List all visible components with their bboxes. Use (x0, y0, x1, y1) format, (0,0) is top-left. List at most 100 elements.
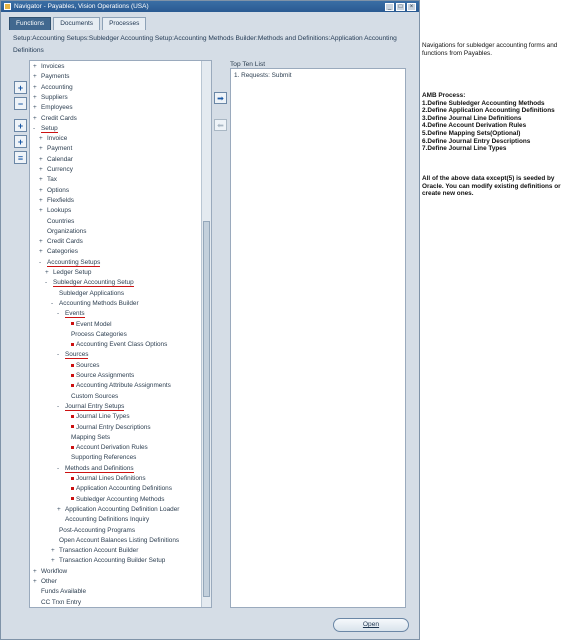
tree-item[interactable]: Account Derivation Rules (63, 443, 148, 453)
expand-node-icon[interactable]: + (51, 556, 59, 566)
tree-item[interactable]: + Payment (39, 144, 72, 154)
tree-item-label[interactable]: Countries (47, 218, 74, 225)
tree-item-label[interactable]: Tax (47, 176, 57, 183)
collapse-node-icon[interactable]: - (57, 350, 65, 360)
expand-node-icon[interactable]: + (39, 175, 47, 185)
expand-node-icon[interactable]: + (33, 114, 41, 124)
tree-item[interactable]: Journal Lines Definitions (63, 474, 146, 484)
tree-item-label[interactable]: Ledger Setup (53, 269, 91, 276)
tree-item[interactable]: Subledger Accounting Methods (63, 495, 164, 505)
tree-item-label[interactable]: Accounting Methods Builder (59, 300, 139, 307)
expand-node-icon[interactable]: + (39, 196, 47, 206)
tree-item-label[interactable]: Currency (47, 166, 73, 173)
tab-functions[interactable]: Functions (9, 17, 52, 30)
tree-item-label[interactable]: Custom Sources (71, 393, 118, 400)
expand-all-button[interactable]: + (14, 135, 27, 148)
tree-item-label[interactable]: Organizations (47, 228, 86, 235)
tree-item[interactable]: + Currency (39, 165, 73, 175)
tree-item[interactable]: Funds Available (33, 587, 86, 597)
tree-item[interactable]: Accounting Definitions Inquiry (57, 515, 149, 525)
tree-item-label[interactable]: Employees (41, 104, 73, 111)
collapse-all-button[interactable]: ≡ (14, 151, 27, 164)
expand-node-icon[interactable]: + (51, 546, 59, 556)
tree-item-label[interactable]: Transaction Account Builder (59, 547, 138, 554)
tree-item[interactable]: + Suppliers (33, 93, 68, 103)
scrollbar-thumb[interactable] (203, 221, 210, 597)
tree-item-label[interactable]: Setup (41, 124, 58, 133)
expand-node-icon[interactable]: + (33, 72, 41, 82)
tree-item[interactable]: + Payments (33, 72, 69, 82)
collapse-node-icon[interactable]: - (33, 124, 41, 134)
tree-item[interactable]: Journal Entry Descriptions (63, 423, 151, 433)
expand-node-icon[interactable]: + (39, 155, 47, 165)
tree-item-label[interactable]: Accounting Attribute Assignments (76, 382, 171, 389)
expand-node-icon[interactable]: + (39, 186, 47, 196)
tree-item-label[interactable]: Accounting Event Class Options (76, 341, 167, 348)
tree-item[interactable]: + Application Accounting Definition Loade… (57, 505, 179, 515)
tree-item[interactable]: Subledger Applications (51, 289, 124, 299)
tree-item[interactable]: - Subledger Accounting Setup (45, 278, 134, 288)
tree-item-label[interactable]: Mapping Sets (71, 434, 110, 441)
tree-item-label[interactable]: Events (65, 310, 85, 319)
tree-item-label[interactable]: Calendar (47, 156, 73, 163)
close-button[interactable]: × (407, 2, 416, 11)
open-button[interactable]: Open (333, 618, 409, 632)
tree-item[interactable]: + Other (33, 577, 57, 587)
tree-item[interactable]: Open Account Balances Listing Definition… (51, 536, 179, 546)
tree-item-label[interactable]: Journal Entry Descriptions (76, 424, 151, 431)
tree-item-label[interactable]: CC Trxn Entry (41, 599, 81, 606)
expand-node-icon[interactable]: + (33, 567, 41, 577)
tree-item[interactable]: + Invoices (33, 62, 64, 72)
collapse-node-icon[interactable]: - (45, 278, 53, 288)
tree-item[interactable]: + Transaction Account Builder (51, 546, 138, 556)
tree-item[interactable]: + Workflow (33, 567, 67, 577)
tree-item-label[interactable]: Sources (76, 362, 99, 369)
tree-item[interactable]: + Credit Cards (39, 237, 83, 247)
tree-item-label[interactable]: Journal Entry Setups (65, 402, 125, 411)
expand-node-icon[interactable]: + (57, 505, 65, 515)
tree-item-label[interactable]: Journal Lines Definitions (76, 475, 146, 482)
tab-processes[interactable]: Processes (102, 17, 147, 30)
tree-item-label[interactable]: Flexfields (47, 197, 74, 204)
tree-item[interactable]: + Lookups (39, 206, 71, 216)
tree-item[interactable]: + Invoice (39, 134, 67, 144)
tree-item[interactable]: CC Trxn Entry (33, 598, 81, 607)
expand-node-icon[interactable]: + (39, 144, 47, 154)
tree-item-label[interactable]: Event Model (76, 321, 112, 328)
expand-node-icon[interactable]: + (39, 206, 47, 216)
expand-node-icon[interactable]: + (39, 247, 47, 257)
tab-documents[interactable]: Documents (53, 17, 101, 30)
collapse-node-icon[interactable]: - (57, 309, 65, 319)
expand-node-icon[interactable]: + (33, 103, 41, 113)
collapse-node-icon[interactable]: - (57, 402, 65, 412)
expand-button[interactable]: + (14, 81, 27, 94)
tree-item[interactable]: - Accounting Methods Builder (51, 299, 139, 309)
tree-item-label[interactable]: Open Account Balances Listing Definition… (59, 537, 179, 544)
expand-node-icon[interactable]: + (45, 268, 53, 278)
tree-item[interactable]: + Transaction Accounting Builder Setup (51, 556, 165, 566)
tree-item-label[interactable]: Supporting References (71, 454, 136, 461)
tree-item-label[interactable]: Source Assignments (76, 372, 134, 379)
minimize-button[interactable]: _ (385, 2, 394, 11)
tree-item[interactable]: Process Categories (63, 330, 127, 340)
tree-item[interactable]: - Setup (33, 124, 58, 134)
tree-item-label[interactable]: Journal Line Types (76, 413, 130, 420)
tree-item[interactable]: Application Accounting Definitions (63, 484, 172, 494)
tree-item[interactable]: + Accounting (33, 83, 73, 93)
tree-item[interactable]: + Calendar (39, 155, 73, 165)
tree-item-label[interactable]: Suppliers (41, 94, 68, 101)
tree-item[interactable]: + Flexfields (39, 196, 74, 206)
expand-node-icon[interactable]: + (39, 165, 47, 175)
tree-item[interactable]: - Methods and Definitions (57, 464, 134, 474)
tree-item[interactable]: Accounting Event Class Options (63, 340, 167, 350)
tree-item[interactable]: Organizations (39, 227, 86, 237)
tree-item-label[interactable]: Invoice (47, 135, 67, 142)
tree-item-label[interactable]: Categories (47, 248, 78, 255)
collapse-node-icon[interactable]: - (51, 299, 59, 309)
tree-item[interactable]: Post-Accounting Programs (51, 526, 135, 536)
tree-item[interactable]: - Journal Entry Setups (57, 402, 125, 412)
tree-item[interactable]: + Categories (39, 247, 78, 257)
tree-item[interactable]: Source Assignments (63, 371, 134, 381)
tree-item[interactable]: + Tax (39, 175, 57, 185)
expand-node-icon[interactable]: + (33, 93, 41, 103)
